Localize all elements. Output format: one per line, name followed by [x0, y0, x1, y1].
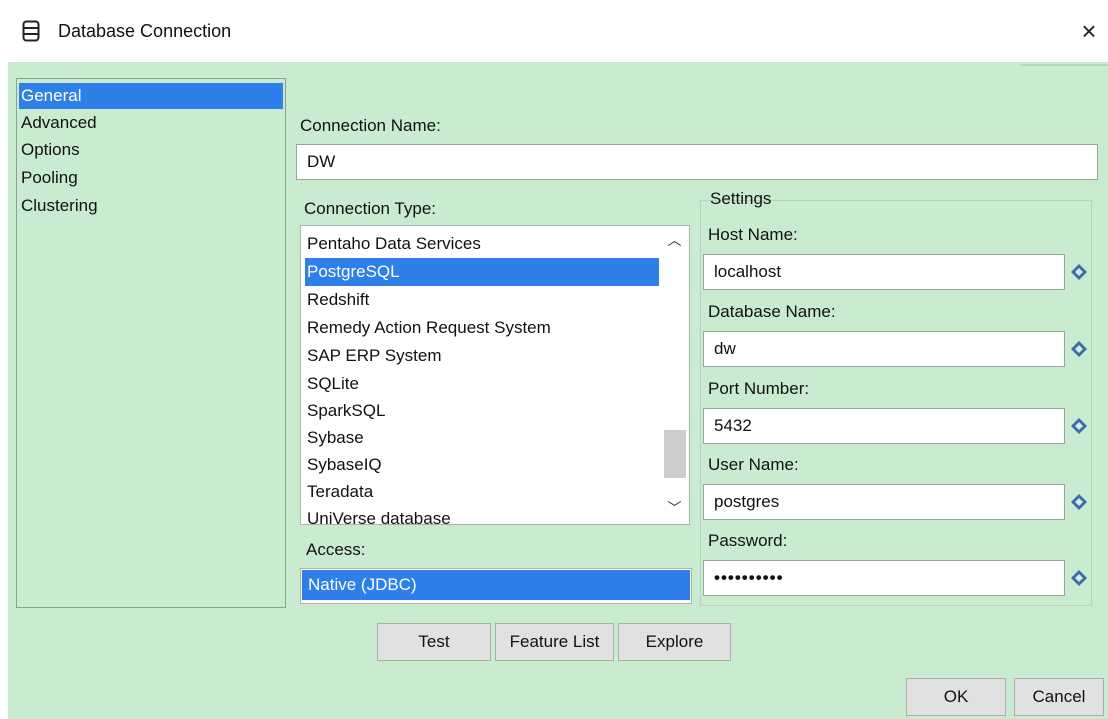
list-item[interactable]: SparkSQL: [305, 397, 659, 425]
list-item[interactable]: PostgreSQL: [305, 258, 659, 286]
category-list: General Advanced Options Pooling Cluster…: [16, 78, 286, 608]
feature-list-button[interactable]: Feature List: [495, 623, 614, 661]
list-item[interactable]: Teradata: [305, 478, 659, 506]
variable-diamond-icon[interactable]: [1070, 417, 1088, 435]
scrollbar-thumb[interactable]: [664, 430, 686, 478]
host-name-label: Host Name:: [708, 225, 798, 244]
list-item[interactable]: SAP ERP System: [305, 342, 659, 370]
explore-button[interactable]: Explore: [618, 623, 731, 661]
nav-item-advanced[interactable]: Advanced: [19, 110, 283, 136]
ok-button[interactable]: OK: [906, 678, 1006, 716]
database-name-input[interactable]: dw: [703, 331, 1065, 367]
nav-item-clustering[interactable]: Clustering: [19, 193, 283, 219]
list-item[interactable]: Pentaho Data Services: [305, 230, 659, 258]
list-item[interactable]: Redshift: [305, 286, 659, 314]
test-button[interactable]: Test: [377, 623, 491, 661]
password-input[interactable]: ••••••••••: [703, 560, 1065, 596]
list-item[interactable]: SQLite: [305, 370, 659, 398]
scrollbar[interactable]: [660, 226, 689, 524]
connection-name-input[interactable]: DW: [296, 144, 1098, 180]
cancel-button[interactable]: Cancel: [1014, 678, 1104, 716]
user-name-label: User Name:: [708, 455, 799, 474]
list-item[interactable]: Sybase: [305, 424, 659, 452]
variable-diamond-icon[interactable]: [1070, 569, 1088, 587]
list-item[interactable]: SybaseIQ: [305, 451, 659, 479]
host-name-input[interactable]: localhost: [703, 254, 1065, 290]
connection-type-label: Connection Type:: [304, 199, 436, 218]
database-name-label: Database Name:: [708, 302, 836, 321]
access-label: Access:: [306, 540, 366, 559]
nav-item-pooling[interactable]: Pooling: [19, 165, 283, 191]
close-button[interactable]: ×: [1074, 14, 1104, 48]
scroll-up-icon[interactable]: ︿: [660, 228, 689, 252]
password-label: Password:: [708, 531, 788, 550]
access-item-native-jdbc[interactable]: Native (JDBC): [302, 570, 690, 600]
nav-item-general[interactable]: General: [19, 83, 283, 109]
window-title: Database Connection: [58, 21, 232, 41]
connection-type-list[interactable]: Pentaho Data Services PostgreSQL Redshif…: [300, 225, 690, 525]
variable-diamond-icon[interactable]: [1070, 263, 1088, 281]
port-number-input[interactable]: 5432: [703, 408, 1065, 444]
database-icon: [22, 20, 40, 42]
user-name-input[interactable]: postgres: [703, 484, 1065, 520]
nav-item-options[interactable]: Options: [19, 137, 283, 163]
port-number-label: Port Number:: [708, 379, 810, 398]
variable-diamond-icon[interactable]: [1070, 340, 1088, 358]
list-item[interactable]: UniVerse database: [305, 505, 659, 524]
scroll-down-icon[interactable]: ﹀: [660, 496, 689, 520]
variable-diamond-icon[interactable]: [1070, 493, 1088, 511]
connection-name-label: Connection Name:: [300, 116, 441, 135]
list-item[interactable]: Remedy Action Request System: [305, 314, 659, 342]
settings-title: Settings: [710, 189, 772, 208]
divider: [1020, 64, 1108, 66]
